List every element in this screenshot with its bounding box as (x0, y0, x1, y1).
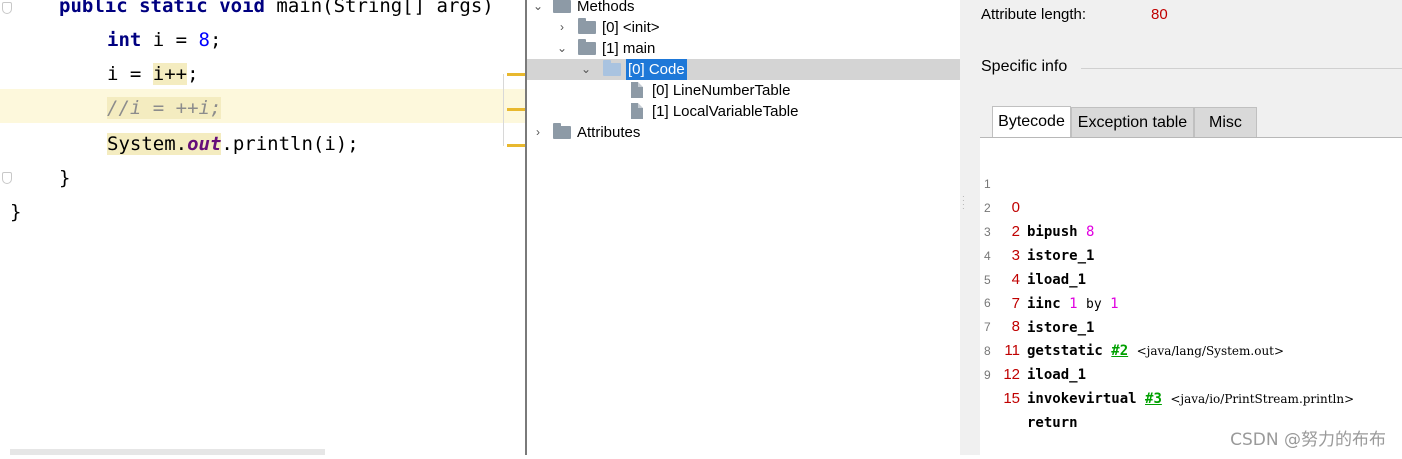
keyword: static (139, 0, 208, 17)
code-text: ; (209, 29, 222, 51)
folder-icon (603, 60, 621, 76)
folder-icon (553, 0, 571, 13)
brace: } (59, 167, 71, 189)
opcode: iload_1 (1027, 272, 1087, 288)
specific-info-heading: Specific info (981, 58, 1068, 75)
change-marker[interactable] (507, 73, 525, 76)
splitter-handle-icon[interactable]: · · · · (962, 193, 966, 213)
keyword: public (59, 0, 128, 17)
bytecode-row[interactable]: 6 8 getstatic #2 <java/lang/System.out> (980, 267, 1284, 359)
tab-exception-table[interactable]: Exception table (1071, 107, 1194, 137)
bytecode-row[interactable]: 1 0 bipush 8 (980, 148, 1094, 240)
opcode: istore_1 (1027, 248, 1095, 264)
bytecode-row[interactable]: 9 15 return (980, 339, 1078, 431)
brace: } (10, 201, 22, 223)
section-divider (1081, 68, 1402, 69)
attribute-length-value: 80 (1151, 6, 1168, 23)
operand: 8 (1086, 224, 1095, 240)
code-text: i = (141, 29, 199, 51)
bytecode-row[interactable]: 4 4 iinc 1 by 1 (980, 220, 1119, 312)
code-line-close-class[interactable]: } (10, 195, 21, 229)
bytecode-listing[interactable]: 1 0 bipush 8 2 2 istore_1 3 3 iload_1 4 … (980, 138, 1402, 455)
line-number: 9 (984, 368, 991, 382)
bytecode-row[interactable]: 2 2 istore_1 (980, 172, 1094, 264)
code-text: ; (187, 63, 199, 85)
chevron-down-icon[interactable]: ⌄ (555, 38, 569, 59)
operand: 1 (1069, 296, 1078, 312)
tree-item-methods[interactable]: ⌄ Methods (527, 0, 960, 17)
fold-marker-icon[interactable] (2, 172, 12, 184)
tree-item-main[interactable]: ⌄ [1] main (527, 38, 960, 59)
folder-icon (553, 123, 571, 139)
tree-item-label: [1] LocalVariableTable (652, 103, 799, 120)
change-marker[interactable] (507, 108, 525, 111)
tree-item-local-variable-table[interactable]: [1] LocalVariableTable (527, 101, 960, 122)
comment-text: //i = ++i; (107, 97, 222, 119)
tree-item-label: [0] <init> (602, 19, 660, 36)
tree-item-init[interactable]: › [0] <init> (527, 17, 960, 38)
code-text: main(String[] args) (264, 0, 494, 17)
code-line-assignment[interactable]: i = i++; (107, 57, 199, 91)
keyword: void (219, 0, 265, 17)
constant-pool-link[interactable]: #2 (1111, 343, 1128, 359)
bytecode-offset: 15 (1003, 390, 1020, 407)
attribute-info-panel: · · · · Attribute length: 80 Specific info … (960, 0, 1402, 455)
tree-item-label: Attributes (577, 124, 641, 141)
tab-misc[interactable]: Misc (1194, 107, 1257, 137)
bytecode-row[interactable]: 7 11 iload_1 (980, 291, 1086, 383)
folder-icon (578, 18, 596, 34)
chevron-right-icon[interactable]: › (555, 17, 569, 38)
code-text: .println(i); (221, 133, 359, 155)
static-field: out (187, 133, 222, 155)
watermark-text: CSDN @努力的布布 (1230, 430, 1386, 450)
reference-comment: <java/io/PrintStream.println> (1170, 392, 1355, 406)
opcode: invokevirtual (1027, 391, 1137, 407)
current-line-highlight (0, 89, 525, 123)
opcode: iload_1 (1027, 367, 1087, 383)
opcode: getstatic (1027, 343, 1103, 359)
code-line-comment[interactable]: //i = ++i; (107, 91, 222, 125)
code-editor[interactable]: public static void main(String[] args) i… (0, 0, 525, 455)
code-line-print[interactable]: System.out.println(i); (107, 127, 359, 161)
bytecode-row[interactable]: 3 3 iload_1 (980, 196, 1086, 288)
fold-marker-icon[interactable] (2, 2, 12, 14)
horizontal-scrollbar[interactable] (10, 449, 325, 455)
opcode: iinc (1027, 296, 1061, 312)
operand: 1 (1110, 296, 1119, 312)
reference-comment: <java/lang/System.out> (1136, 344, 1285, 358)
attribute-length-label: Attribute length: (981, 6, 1087, 23)
file-icon (631, 82, 643, 98)
opcode: bipush (1027, 224, 1078, 240)
opcode: return (1027, 415, 1078, 431)
tree-item-label: [0] LineNumberTable (652, 82, 791, 99)
number-literal: 8 (198, 29, 210, 51)
folder-icon (578, 39, 596, 55)
chevron-right-icon[interactable]: › (531, 122, 545, 143)
chevron-down-icon[interactable]: ⌄ (579, 59, 593, 80)
code-line-close-method[interactable]: } (59, 161, 70, 195)
file-icon (631, 103, 643, 119)
operand-separator: by (1086, 297, 1102, 312)
opcode: istore_1 (1027, 320, 1095, 336)
class-structure-tree[interactable]: ⌄ Methods › [0] <init> ⌄ [1] main ⌄ [0] … (527, 0, 960, 455)
bytecode-row[interactable]: 5 7 istore_1 (980, 244, 1094, 336)
bytecode-row[interactable]: 8 12 invokevirtual #3 <java/io/PrintStre… (980, 315, 1354, 407)
keyword: int (107, 29, 142, 51)
code-line-signature[interactable]: public static void main(String[] args) (59, 0, 494, 23)
tree-item-label: Methods (577, 0, 635, 15)
tree-item-attributes[interactable]: › Attributes (527, 122, 960, 143)
constant-pool-link[interactable]: #3 (1145, 391, 1162, 407)
tree-item-code[interactable]: ⌄ [0] Code (527, 59, 960, 80)
code-line-declaration[interactable]: int i = 8; (107, 23, 221, 57)
gutter-divider (503, 74, 504, 146)
highlighted-expression: i++ (152, 63, 188, 85)
tab-bytecode[interactable]: Bytecode (992, 106, 1071, 138)
tree-item-label: [0] Code (626, 59, 687, 80)
tree-item-label: [1] main (602, 40, 656, 57)
class-reference: System. (107, 133, 188, 155)
chevron-down-icon[interactable]: ⌄ (531, 0, 545, 17)
tree-item-line-number-table[interactable]: [0] LineNumberTable (527, 80, 960, 101)
change-marker[interactable] (507, 144, 525, 147)
code-text: i = (107, 63, 153, 85)
